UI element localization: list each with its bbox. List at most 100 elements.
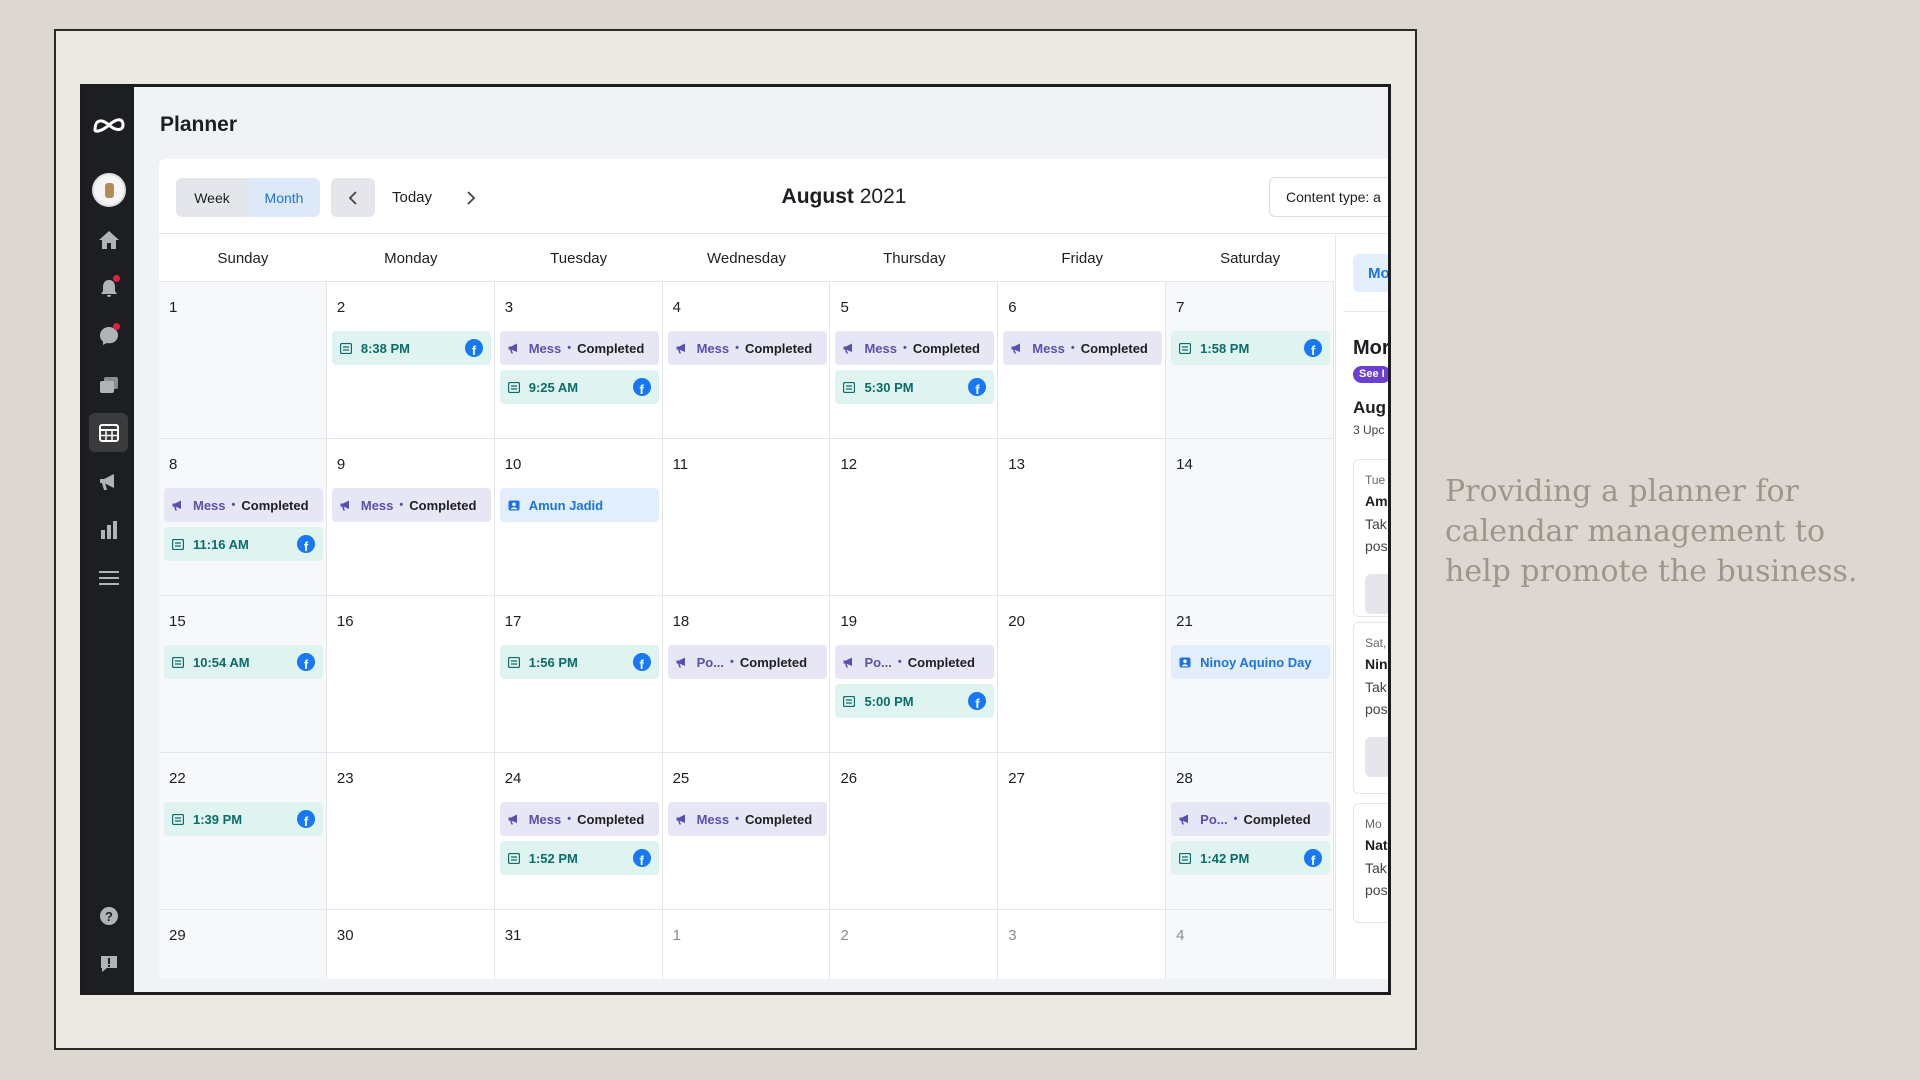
menu-icon[interactable] — [89, 558, 128, 597]
upcoming-tab[interactable]: Mo — [1353, 254, 1388, 292]
week-row: 22 1:39 PM f 23 24 Mess • Completed 1:52 PM f 25 Me… — [159, 753, 1335, 910]
scheduled-post[interactable]: 1:58 PM f — [1171, 331, 1331, 365]
upcoming-card[interactable]: Sat, Nin Tak pos — [1353, 622, 1388, 794]
ad-event[interactable]: Mess • Completed — [499, 802, 659, 836]
event-label: 11:16 AM — [193, 536, 249, 552]
chevron-right-icon[interactable] — [449, 178, 493, 217]
day-number: 11 — [672, 456, 689, 473]
scheduled-post[interactable]: 1:39 PM f — [164, 802, 323, 836]
scheduled-post[interactable]: 8:38 PM f — [331, 331, 491, 365]
week-view-toggle[interactable]: Week — [176, 178, 248, 217]
ad-event[interactable]: Po... • Completed — [667, 645, 827, 679]
day-cell[interactable]: 14 — [1166, 439, 1335, 595]
megaphone-icon — [676, 657, 688, 668]
event-label: Mess — [864, 340, 897, 356]
day-cell[interactable]: 16 — [327, 596, 495, 752]
scheduled-post[interactable]: 5:00 PM f — [835, 684, 995, 718]
day-cell[interactable]: 23 — [327, 753, 495, 909]
day-cell[interactable]: 19 Po... • Completed 5:00 PM f — [830, 596, 999, 752]
today-button[interactable]: Today — [375, 178, 449, 217]
scheduled-post[interactable]: 1:42 PM f — [1171, 841, 1331, 875]
upcoming-panel: Mo Mor See I Aug 3 Upc Tue Am Tak pos Sa… — [1335, 235, 1388, 979]
calendar-event[interactable]: Ninoy Aquino Day — [1171, 645, 1331, 679]
scheduled-post[interactable]: 5:30 PM f — [835, 370, 995, 404]
day-cell[interactable]: 10 Amun Jadid — [495, 439, 663, 595]
meta-logo-icon[interactable] — [89, 105, 128, 144]
messages-icon[interactable] — [89, 316, 128, 355]
content-type-filter[interactable]: Content type: a — [1269, 177, 1388, 217]
day-cell[interactable]: 5 Mess • Completed 5:30 PM f — [830, 282, 999, 438]
ad-event[interactable]: Mess • Completed — [1003, 331, 1163, 365]
day-cell[interactable]: 1 — [159, 282, 327, 438]
day-cell[interactable]: 17 1:56 PM f — [495, 596, 663, 752]
day-cell[interactable]: 7 1:58 PM f — [1166, 282, 1335, 438]
ad-event[interactable]: Mess • Completed — [164, 488, 323, 522]
day-cell[interactable]: 29 — [159, 910, 327, 979]
scheduled-post[interactable]: 1:52 PM f — [499, 841, 659, 875]
day-cell[interactable]: 25 Mess • Completed — [663, 753, 831, 909]
day-cell[interactable]: 3 — [998, 910, 1167, 979]
help-icon[interactable]: ? — [89, 896, 128, 935]
day-cell[interactable]: 4 Mess • Completed — [663, 282, 831, 438]
scheduled-post[interactable]: 1:56 PM f — [499, 645, 659, 679]
ad-event[interactable]: Po... • Completed — [835, 645, 995, 679]
day-cell[interactable]: 9 Mess • Completed — [327, 439, 495, 595]
day-cell[interactable]: 8 Mess • Completed 11:16 AM f — [159, 439, 327, 595]
day-cell[interactable]: 20 — [998, 596, 1167, 752]
insights-icon[interactable] — [89, 510, 128, 549]
day-cell[interactable]: 3 Mess • Completed 9:25 AM f — [495, 282, 663, 438]
scheduled-post[interactable]: 10:54 AM f — [164, 645, 323, 679]
upcoming-card[interactable]: Tue Am Tak pos — [1353, 459, 1388, 617]
weekday-label: Wednesday — [707, 250, 786, 267]
day-cell[interactable]: 28 Po... • Completed 1:42 PM f — [1166, 753, 1335, 909]
card-action-button[interactable] — [1365, 574, 1388, 614]
day-number: 30 — [336, 927, 354, 944]
day-cell[interactable]: 2 — [830, 910, 999, 979]
month-view-toggle[interactable]: Month — [248, 178, 320, 217]
day-cell[interactable]: 6 Mess • Completed — [998, 282, 1167, 438]
day-cell[interactable]: 4 — [1166, 910, 1335, 979]
day-cell[interactable]: 31 — [495, 910, 663, 979]
day-cell[interactable]: 26 — [830, 753, 999, 909]
ad-event[interactable]: Mess • Completed — [499, 331, 659, 365]
calendar-event[interactable]: Amun Jadid — [499, 488, 659, 522]
ad-event[interactable]: Mess • Completed — [835, 331, 995, 365]
ad-event[interactable]: Mess • Completed — [331, 488, 491, 522]
planner-icon[interactable] — [89, 413, 128, 452]
event-label: 8:38 PM — [360, 340, 410, 356]
card-action-button[interactable] — [1365, 737, 1388, 777]
card-title: Nat — [1365, 837, 1388, 853]
day-cell[interactable]: 15 10:54 AM f — [159, 596, 327, 752]
day-cell[interactable]: 12 — [830, 439, 999, 595]
chevron-left-icon[interactable] — [331, 178, 375, 217]
report-icon[interactable] — [89, 944, 128, 983]
ad-event[interactable]: Mess • Completed — [667, 802, 827, 836]
day-cell[interactable]: 22 1:39 PM f — [159, 753, 327, 909]
separator-dot: • — [567, 813, 572, 825]
scheduled-post[interactable]: 9:25 AM f — [499, 370, 659, 404]
day-cell[interactable]: 30 — [327, 910, 495, 979]
day-cell[interactable]: 2 8:38 PM f — [327, 282, 495, 438]
side-nav: ? — [83, 87, 134, 992]
day-cell[interactable]: 21 Ninoy Aquino Day — [1166, 596, 1335, 752]
event-status: Completed — [744, 811, 813, 827]
day-cell[interactable]: 24 Mess • Completed 1:52 PM f — [495, 753, 663, 909]
day-cell[interactable]: 18 Po... • Completed — [663, 596, 831, 752]
scheduled-post[interactable]: 11:16 AM f — [164, 527, 323, 561]
ads-icon[interactable] — [89, 462, 128, 501]
notifications-icon[interactable] — [89, 268, 128, 307]
card-text: pos — [1365, 882, 1388, 898]
megaphone-icon — [676, 343, 688, 354]
avatar[interactable] — [92, 173, 126, 207]
upcoming-card[interactable]: Mo Nat Tak pos — [1353, 803, 1388, 923]
ad-event[interactable]: Po... • Completed — [1171, 802, 1331, 836]
day-cell[interactable]: 13 — [998, 439, 1167, 595]
day-cell[interactable]: 27 — [998, 753, 1167, 909]
day-cell[interactable]: 1 — [663, 910, 831, 979]
content-icon[interactable] — [89, 365, 128, 404]
home-icon[interactable] — [89, 220, 128, 259]
see-badge[interactable]: See I — [1353, 366, 1388, 383]
event-label: Po... — [1200, 811, 1228, 827]
ad-event[interactable]: Mess • Completed — [667, 331, 827, 365]
day-cell[interactable]: 11 — [663, 439, 831, 595]
